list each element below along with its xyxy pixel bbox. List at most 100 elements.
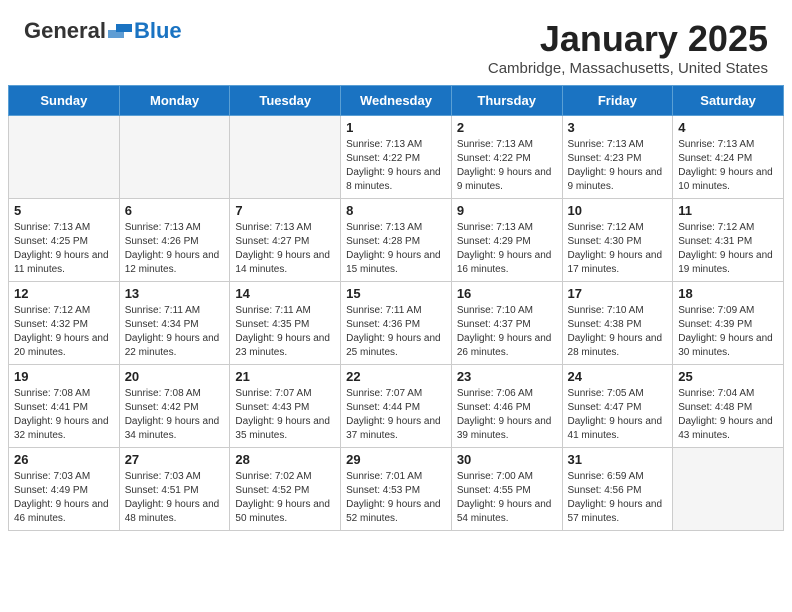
day-number: 19 [14, 369, 114, 384]
weekday-header-saturday: Saturday [673, 86, 784, 116]
calendar-cell [673, 448, 784, 531]
day-detail: Sunrise: 7:12 AMSunset: 4:31 PMDaylight:… [678, 221, 778, 277]
day-detail: Sunrise: 7:13 AMSunset: 4:27 PMDaylight:… [235, 221, 335, 277]
day-number: 30 [457, 452, 557, 467]
day-detail: Sunrise: 7:03 AMSunset: 4:49 PMDaylight:… [14, 470, 114, 526]
calendar-cell: 13Sunrise: 7:11 AMSunset: 4:34 PMDayligh… [119, 282, 230, 365]
day-detail: Sunrise: 7:13 AMSunset: 4:24 PMDaylight:… [678, 138, 778, 194]
weekday-header-monday: Monday [119, 86, 230, 116]
title-block: January 2025 Cambridge, Massachusetts, U… [488, 18, 768, 77]
day-number: 29 [346, 452, 446, 467]
calendar-cell: 8Sunrise: 7:13 AMSunset: 4:28 PMDaylight… [341, 199, 452, 282]
day-detail: Sunrise: 7:03 AMSunset: 4:51 PMDaylight:… [125, 470, 225, 526]
calendar-cell: 6Sunrise: 7:13 AMSunset: 4:26 PMDaylight… [119, 199, 230, 282]
calendar-cell: 11 Sunrise: 7:12 AMSunset: 4:31 PMDayligh… [673, 199, 784, 282]
calendar-cell: 23 Sunrise: 7:06 AMSunset: 4:46 PMDayligh… [451, 365, 562, 448]
day-number: 5 [14, 203, 114, 218]
day-detail: Sunrise: 7:11 AMSunset: 4:34 PMDaylight:… [125, 304, 225, 360]
day-detail: Sunrise: 7:13 AMSunset: 4:22 PMDaylight:… [457, 138, 557, 194]
logo-general-text: General [24, 18, 106, 44]
day-number: 10 [568, 203, 668, 218]
calendar-cell: 12 Sunrise: 7:12 AMSunset: 4:32 PMDayligh… [9, 282, 120, 365]
calendar-cell: 22 Sunrise: 7:07 AMSunset: 4:44 PMDayligh… [341, 365, 452, 448]
calendar-cell: 10 Sunrise: 7:12 AMSunset: 4:30 PMDayligh… [562, 199, 673, 282]
day-number: 14 [235, 286, 335, 301]
day-detail: Sunrise: 7:00 AMSunset: 4:55 PMDaylight:… [457, 470, 557, 526]
calendar-cell: 26 Sunrise: 7:03 AMSunset: 4:49 PMDayligh… [9, 448, 120, 531]
day-number: 15 [346, 286, 446, 301]
day-number: 9 [457, 203, 557, 218]
day-number: 11 [678, 203, 778, 218]
calendar-cell: 21 Sunrise: 7:07 AMSunset: 4:43 PMDayligh… [230, 365, 341, 448]
day-number: 1 [346, 120, 446, 135]
day-number: 16 [457, 286, 557, 301]
day-number: 24 [568, 369, 668, 384]
weekday-header-sunday: Sunday [9, 86, 120, 116]
calendar-week-5: 26 Sunrise: 7:03 AMSunset: 4:49 PMDayligh… [9, 448, 784, 531]
day-detail: Sunrise: 7:04 AMSunset: 4:48 PMDaylight:… [678, 387, 778, 443]
day-detail: Sunrise: 7:12 AMSunset: 4:30 PMDaylight:… [568, 221, 668, 277]
calendar-cell: 30 Sunrise: 7:00 AMSunset: 4:55 PMDayligh… [451, 448, 562, 531]
calendar-cell [9, 116, 120, 199]
page-header: General Blue January 2025 Cambridge, Mas… [0, 0, 792, 85]
calendar-week-4: 19 Sunrise: 7:08 AMSunset: 4:41 PMDayligh… [9, 365, 784, 448]
day-detail: Sunrise: 7:13 AMSunset: 4:26 PMDaylight:… [125, 221, 225, 277]
calendar-subtitle: Cambridge, Massachusetts, United States [488, 60, 768, 77]
calendar-cell [119, 116, 230, 199]
calendar-cell: 7Sunrise: 7:13 AMSunset: 4:27 PMDaylight… [230, 199, 341, 282]
calendar-cell: 27 Sunrise: 7:03 AMSunset: 4:51 PMDayligh… [119, 448, 230, 531]
day-number: 2 [457, 120, 557, 135]
day-detail: Sunrise: 7:09 AMSunset: 4:39 PMDaylight:… [678, 304, 778, 360]
calendar-week-1: 1 Sunrise: 7:13 AMSunset: 4:22 PMDaylight… [9, 116, 784, 199]
day-number: 25 [678, 369, 778, 384]
day-detail: Sunrise: 7:01 AMSunset: 4:53 PMDaylight:… [346, 470, 446, 526]
calendar-cell: 4 Sunrise: 7:13 AMSunset: 4:24 PMDaylight… [673, 116, 784, 199]
day-number: 22 [346, 369, 446, 384]
calendar-cell: 15 Sunrise: 7:11 AMSunset: 4:36 PMDayligh… [341, 282, 452, 365]
day-number: 27 [125, 452, 225, 467]
day-detail: Sunrise: 7:02 AMSunset: 4:52 PMDaylight:… [235, 470, 335, 526]
calendar-wrapper: SundayMondayTuesdayWednesdayThursdayFrid… [0, 85, 792, 539]
day-number: 20 [125, 369, 225, 384]
day-detail: Sunrise: 7:13 AMSunset: 4:25 PMDaylight:… [14, 221, 114, 277]
logo: General Blue [24, 18, 182, 44]
day-number: 31 [568, 452, 668, 467]
weekday-header-thursday: Thursday [451, 86, 562, 116]
day-number: 21 [235, 369, 335, 384]
calendar-cell: 25 Sunrise: 7:04 AMSunset: 4:48 PMDayligh… [673, 365, 784, 448]
calendar-cell: 17Sunrise: 7:10 AMSunset: 4:38 PMDayligh… [562, 282, 673, 365]
day-detail: Sunrise: 7:13 AMSunset: 4:22 PMDaylight:… [346, 138, 446, 194]
day-detail: Sunrise: 7:06 AMSunset: 4:46 PMDaylight:… [457, 387, 557, 443]
calendar-cell: 16Sunrise: 7:10 AMSunset: 4:37 PMDayligh… [451, 282, 562, 365]
calendar-cell: 9 Sunrise: 7:13 AMSunset: 4:29 PMDaylight… [451, 199, 562, 282]
calendar-cell: 14 Sunrise: 7:11 AMSunset: 4:35 PMDayligh… [230, 282, 341, 365]
day-detail: Sunrise: 7:08 AMSunset: 4:41 PMDaylight:… [14, 387, 114, 443]
logo-blue-text: Blue [134, 18, 182, 44]
day-number: 12 [14, 286, 114, 301]
calendar-cell: 19 Sunrise: 7:08 AMSunset: 4:41 PMDayligh… [9, 365, 120, 448]
calendar-title: January 2025 [488, 18, 768, 60]
calendar-week-3: 12 Sunrise: 7:12 AMSunset: 4:32 PMDayligh… [9, 282, 784, 365]
calendar-cell: 5 Sunrise: 7:13 AMSunset: 4:25 PMDaylight… [9, 199, 120, 282]
day-detail: Sunrise: 7:08 AMSunset: 4:42 PMDaylight:… [125, 387, 225, 443]
day-detail: Sunrise: 7:13 AMSunset: 4:23 PMDaylight:… [568, 138, 668, 194]
day-detail: Sunrise: 7:13 AMSunset: 4:28 PMDaylight:… [346, 221, 446, 277]
day-detail: Sunrise: 7:11 AMSunset: 4:36 PMDaylight:… [346, 304, 446, 360]
day-detail: Sunrise: 7:11 AMSunset: 4:35 PMDaylight:… [235, 304, 335, 360]
day-number: 28 [235, 452, 335, 467]
day-detail: Sunrise: 7:07 AMSunset: 4:44 PMDaylight:… [346, 387, 446, 443]
calendar-cell: 31Sunrise: 6:59 AMSunset: 4:56 PMDayligh… [562, 448, 673, 531]
calendar-cell: 24Sunrise: 7:05 AMSunset: 4:47 PMDayligh… [562, 365, 673, 448]
day-number: 4 [678, 120, 778, 135]
day-detail: Sunrise: 7:12 AMSunset: 4:32 PMDaylight:… [14, 304, 114, 360]
weekday-header-row: SundayMondayTuesdayWednesdayThursdayFrid… [9, 86, 784, 116]
calendar-table: SundayMondayTuesdayWednesdayThursdayFrid… [8, 85, 784, 531]
day-detail: Sunrise: 7:13 AMSunset: 4:29 PMDaylight:… [457, 221, 557, 277]
day-number: 26 [14, 452, 114, 467]
day-number: 23 [457, 369, 557, 384]
day-detail: Sunrise: 7:07 AMSunset: 4:43 PMDaylight:… [235, 387, 335, 443]
day-number: 18 [678, 286, 778, 301]
calendar-cell: 1 Sunrise: 7:13 AMSunset: 4:22 PMDaylight… [341, 116, 452, 199]
day-detail: Sunrise: 7:10 AMSunset: 4:38 PMDaylight:… [568, 304, 668, 360]
calendar-cell: 3Sunrise: 7:13 AMSunset: 4:23 PMDaylight… [562, 116, 673, 199]
